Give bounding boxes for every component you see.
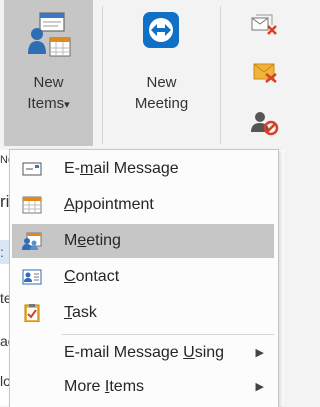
contact-card-icon xyxy=(22,269,42,285)
meeting-icon xyxy=(22,232,42,250)
ribbon-separator xyxy=(102,6,103,144)
teamviewer-meeting-icon xyxy=(143,12,179,48)
new-items-icon xyxy=(28,12,71,57)
access-key: m xyxy=(80,160,94,177)
access-key: e xyxy=(77,232,87,249)
menu-item-more-items[interactable]: More Items ▶ xyxy=(12,370,274,404)
junk-mail-icon[interactable] xyxy=(250,58,280,84)
row-fragment: : xyxy=(0,244,4,260)
chevron-down-icon: ▾ xyxy=(64,99,70,111)
task-clipboard-icon xyxy=(24,304,40,322)
menu-item-text: ask xyxy=(72,304,97,321)
menu-item-text: tems xyxy=(109,378,145,395)
new-items-dropdown-menu: E-mail Message Appointment Meeting Conta… xyxy=(9,149,279,407)
submenu-arrow-icon: ▶ xyxy=(255,347,264,359)
menu-item-text: M xyxy=(64,232,78,249)
access-key: U xyxy=(183,344,195,361)
ribbon-separator xyxy=(220,6,221,144)
new-items-label-line1: New xyxy=(33,74,64,91)
menu-item-text: ppointment xyxy=(74,196,154,213)
access-key: C xyxy=(64,268,76,285)
access-key: A xyxy=(64,196,75,213)
menu-item-text: More xyxy=(64,378,105,395)
menu-item-text: eting xyxy=(86,232,121,249)
menu-item-text: E- xyxy=(64,160,80,177)
menu-item-text: E-mail Message xyxy=(64,344,184,361)
email-message-icon xyxy=(22,162,42,176)
new-meeting-button[interactable]: New Meeting xyxy=(111,0,212,146)
ignore-conversation-icon[interactable] xyxy=(250,12,280,38)
menu-item-email-message[interactable]: E-mail Message xyxy=(12,152,274,186)
new-items-label-line2: Items xyxy=(27,95,65,112)
menu-item-meeting[interactable]: Meeting xyxy=(12,224,274,258)
block-sender-icon[interactable] xyxy=(250,110,280,136)
access-key: T xyxy=(64,304,72,321)
menu-separator xyxy=(62,334,274,335)
menu-item-text: sing xyxy=(194,344,225,361)
appointment-icon xyxy=(22,196,42,214)
new-meeting-label-line1: New xyxy=(146,74,177,91)
ribbon: New Items▾ New Meeting xyxy=(0,0,284,150)
menu-item-text: ontact xyxy=(75,268,120,285)
submenu-arrow-icon: ▶ xyxy=(255,381,264,393)
menu-item-email-message-using[interactable]: E-mail Message Using ▶ xyxy=(12,336,274,370)
menu-item-contact[interactable]: Contact xyxy=(12,260,274,294)
menu-item-appointment[interactable]: Appointment xyxy=(12,188,274,222)
menu-item-text: ail Message xyxy=(93,160,179,177)
new-items-button[interactable]: New Items▾ xyxy=(4,0,93,146)
menu-item-task[interactable]: Task xyxy=(12,296,274,330)
new-meeting-label-line2: Meeting xyxy=(134,95,189,112)
